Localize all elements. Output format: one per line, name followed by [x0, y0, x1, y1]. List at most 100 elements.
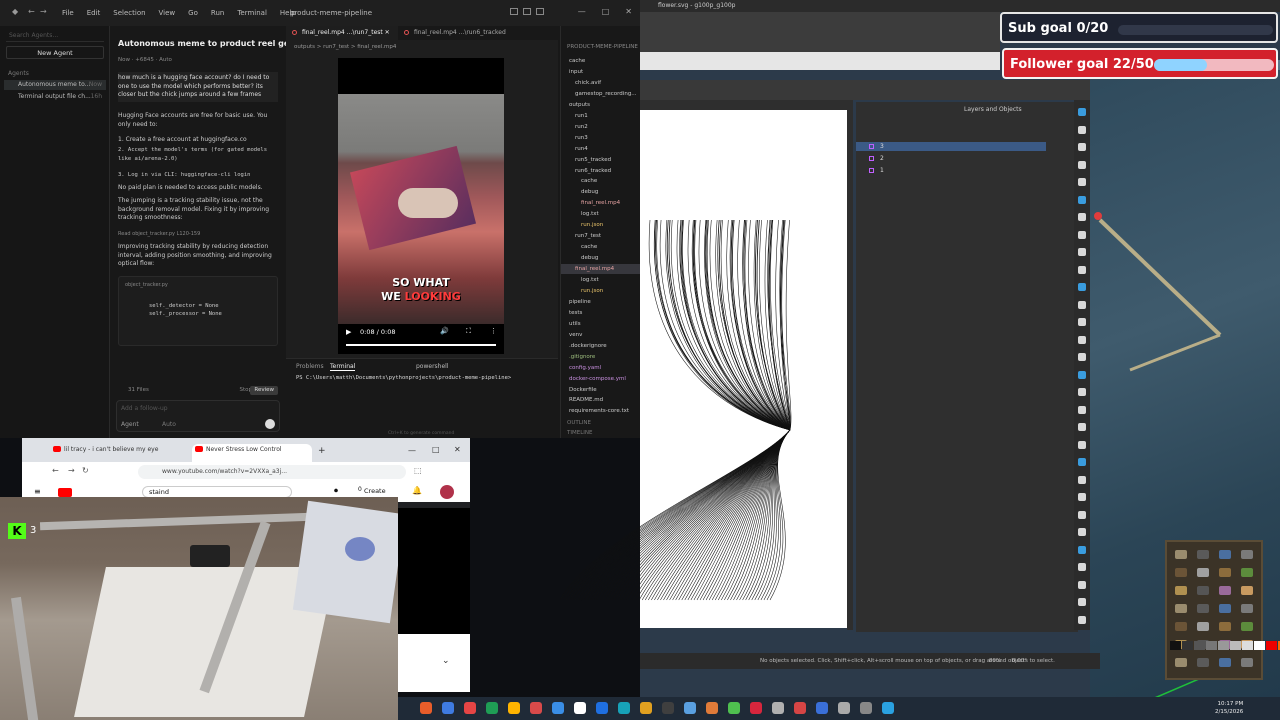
- inventory-slot[interactable]: [1241, 568, 1253, 577]
- youtube-logo-icon[interactable]: [58, 488, 72, 497]
- more-options-icon[interactable]: ⋮: [490, 327, 497, 335]
- command-icon[interactable]: [1078, 388, 1086, 396]
- color-swatch[interactable]: [1242, 641, 1253, 650]
- forward-icon[interactable]: →: [68, 466, 75, 475]
- taskbar-app-icon[interactable]: [640, 702, 652, 714]
- inventory-slot[interactable]: [1219, 586, 1231, 595]
- command-icon[interactable]: [1078, 230, 1086, 239]
- inventory-slot[interactable]: [1219, 658, 1231, 667]
- inventory-slot[interactable]: [1219, 568, 1231, 577]
- command-icon[interactable]: [1078, 283, 1086, 291]
- taskbar-app-icon[interactable]: [750, 702, 762, 714]
- forward-arrow-icon[interactable]: →: [40, 8, 48, 16]
- menu-item-file[interactable]: File: [62, 9, 74, 17]
- inventory-slot[interactable]: [1197, 658, 1209, 667]
- review-button[interactable]: Review: [250, 386, 278, 395]
- play-icon[interactable]: ▶: [346, 328, 351, 336]
- terminal-shell-name[interactable]: powershell: [416, 363, 449, 370]
- toggle-secondary-icon[interactable]: [536, 8, 544, 15]
- explorer-item[interactable]: run1: [575, 111, 588, 121]
- menu-item-view[interactable]: View: [159, 9, 176, 17]
- chevron-down-icon[interactable]: ⌄: [442, 656, 450, 666]
- inventory-slot[interactable]: [1241, 622, 1253, 631]
- command-icon[interactable]: [1078, 160, 1086, 169]
- inventory-slot[interactable]: [1197, 622, 1209, 631]
- new-agent-button[interactable]: New Agent: [6, 46, 104, 59]
- inventory-slot[interactable]: [1175, 604, 1187, 613]
- close-icon[interactable]: ✕: [625, 7, 632, 16]
- editor-tab[interactable]: final_reel.mp4 ...\run7_test ✕: [286, 26, 398, 40]
- chat-input[interactable]: Add a follow-up Agent Auto: [116, 400, 280, 432]
- color-swatch[interactable]: [1170, 641, 1181, 650]
- agent-item[interactable]: Autonomous meme to... Now: [4, 80, 106, 90]
- command-icon[interactable]: [1078, 545, 1086, 554]
- taskbar-clock[interactable]: 10:17 PM 2/15/2026: [1215, 700, 1243, 716]
- rotation-level[interactable]: 0.00°: [1012, 658, 1027, 664]
- code-filename[interactable]: object_tracker.py: [125, 281, 271, 290]
- agents-search-input[interactable]: Search Agents...: [6, 32, 104, 42]
- explorer-item[interactable]: gamestop_recording...: [575, 89, 637, 99]
- maximize-icon[interactable]: □: [432, 445, 440, 454]
- command-icon[interactable]: [1078, 143, 1086, 151]
- youtube-player[interactable]: [398, 508, 470, 634]
- layer-row[interactable]: 2: [856, 154, 1046, 163]
- toggle-sidebar-icon[interactable]: [510, 8, 518, 15]
- command-icon[interactable]: [1078, 580, 1086, 589]
- inventory-slot[interactable]: [1175, 658, 1187, 667]
- inventory-slot[interactable]: [1197, 550, 1209, 559]
- color-swatch[interactable]: [1230, 641, 1241, 650]
- extensions-icon[interactable]: ⬚: [414, 466, 422, 475]
- command-icon[interactable]: [1078, 423, 1086, 431]
- zoom-level[interactable]: 89%: [989, 658, 1001, 664]
- inventory-slot[interactable]: [1175, 550, 1187, 559]
- explorer-item[interactable]: run2: [575, 122, 588, 132]
- command-icon[interactable]: [1078, 248, 1086, 256]
- explorer-item[interactable]: debug: [581, 187, 598, 197]
- vertical-scrollbar[interactable]: [847, 100, 853, 630]
- command-icon[interactable]: [1078, 475, 1086, 484]
- editor-tab[interactable]: final_reel.mp4 ...\run6_tracked: [398, 26, 514, 40]
- taskbar-app-icon[interactable]: [464, 702, 476, 714]
- mode-selector[interactable]: Agent: [121, 421, 139, 430]
- send-icon[interactable]: [265, 419, 275, 429]
- inventory-slot[interactable]: [1175, 586, 1187, 595]
- color-swatch[interactable]: [1218, 641, 1229, 650]
- layer-row[interactable]: 1: [856, 166, 1046, 175]
- command-icon[interactable]: [1078, 195, 1086, 204]
- mic-icon[interactable]: ⏺: [334, 486, 338, 496]
- minimize-icon[interactable]: —: [578, 7, 586, 16]
- browser-tab[interactable]: Never Stress Low Control: [192, 444, 312, 462]
- menu-item-terminal[interactable]: Terminal: [237, 9, 267, 17]
- color-palette[interactable]: [640, 641, 1280, 651]
- explorer-item[interactable]: cache: [569, 56, 585, 66]
- inventory-slot[interactable]: [1175, 622, 1187, 631]
- explorer-item[interactable]: final_reel.mp4: [581, 198, 620, 208]
- taskbar-app-icon[interactable]: [882, 702, 894, 714]
- back-arrow-icon[interactable]: ←: [28, 8, 36, 16]
- command-icon[interactable]: [1078, 318, 1086, 326]
- command-icon[interactable]: [1078, 510, 1086, 519]
- command-icon[interactable]: [1078, 213, 1086, 221]
- command-icon[interactable]: [1078, 528, 1086, 536]
- read-file-chip[interactable]: Read object_tracker.py L120-159: [118, 230, 278, 239]
- taskbar-app-icon[interactable]: [706, 702, 718, 714]
- agent-item[interactable]: Terminal output file ch... 16h: [4, 92, 106, 102]
- avatar[interactable]: [440, 485, 454, 499]
- taskbar-app-icon[interactable]: [860, 702, 872, 714]
- reload-icon[interactable]: ↻: [82, 466, 89, 475]
- menu-icon[interactable]: ≡: [34, 487, 41, 496]
- inventory-slot[interactable]: [1197, 604, 1209, 613]
- taskbar-app-icon[interactable]: [794, 702, 806, 714]
- taskbar-app-icon[interactable]: [420, 702, 432, 714]
- command-icon[interactable]: [1078, 370, 1086, 379]
- video-player[interactable]: SO WHAT WE LOOKING ▶ 0:08 / 0:08 🔊 ⛶ ⋮: [338, 58, 504, 354]
- command-icon[interactable]: [1078, 440, 1086, 449]
- tab-problems[interactable]: Problems: [296, 363, 324, 370]
- tab-terminal[interactable]: Terminal: [330, 363, 356, 371]
- color-swatch[interactable]: [1254, 641, 1265, 650]
- inventory-slot[interactable]: [1219, 550, 1231, 559]
- taskbar-app-icon[interactable]: [684, 702, 696, 714]
- inventory-slot[interactable]: [1219, 622, 1231, 631]
- command-icon[interactable]: [1078, 563, 1086, 571]
- inventory-slot[interactable]: [1241, 604, 1253, 613]
